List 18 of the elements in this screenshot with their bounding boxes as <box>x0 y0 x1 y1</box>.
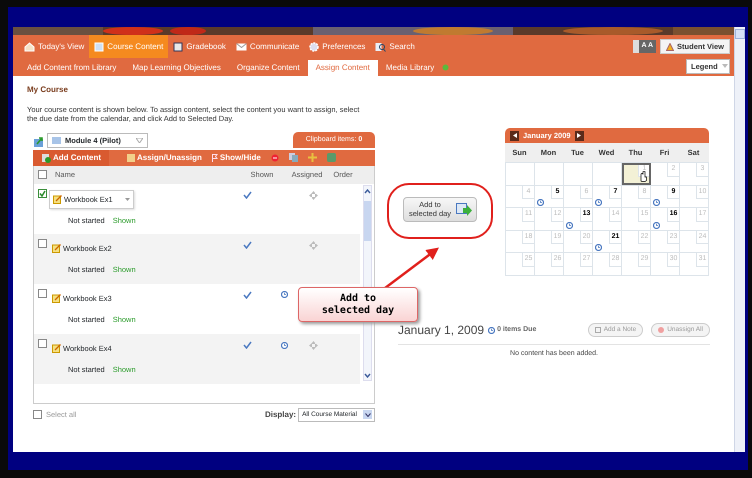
nav-tab[interactable]: Gradebook <box>168 35 231 58</box>
nav-tab[interactable]: Course Content <box>89 35 168 58</box>
callout-tooltip: Add to selected day <box>298 287 418 322</box>
add-content-button[interactable]: Add Content <box>33 150 109 166</box>
subnav-tab[interactable]: Add Content from Library <box>19 60 124 76</box>
page-title: My Course <box>27 84 69 96</box>
subnav-tab[interactable]: Media Library <box>378 60 442 76</box>
assign-button[interactable]: Assign/Unassign <box>127 152 202 164</box>
subnav-tab[interactable]: Map Learning Objectives <box>124 60 229 76</box>
nav-tab[interactable]: Today's View <box>19 35 90 58</box>
subnav-tab[interactable]: Organize Content <box>228 60 308 76</box>
nav-tab[interactable]: Preferences <box>304 35 370 58</box>
selected-date-title: January 1, 2009 <box>398 322 484 339</box>
display-label: Display: <box>264 408 296 421</box>
nav-tab[interactable]: Search <box>370 35 420 58</box>
nav-tab[interactable]: Communicate <box>230 35 304 58</box>
show-hide-button[interactable]: Show/Hide <box>212 152 261 164</box>
subnav-tab[interactable]: Assign Content <box>308 60 378 76</box>
